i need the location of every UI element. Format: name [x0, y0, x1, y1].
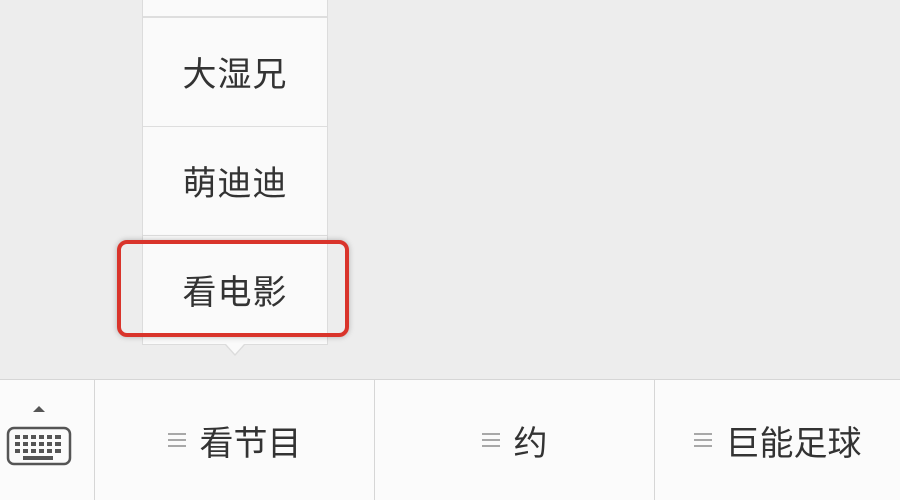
menu-item-junengzuqiu[interactable]: 巨能足球	[655, 380, 900, 500]
menu-item-kanjiemu[interactable]: 看节目	[95, 380, 375, 500]
menu-lines-icon	[481, 433, 500, 447]
submenu-item[interactable]	[143, 0, 327, 17]
submenu-item-mengdidi[interactable]: 萌迪迪	[143, 126, 327, 234]
submenu-item-label: 大湿兄	[182, 55, 288, 95]
keyboard-toggle-button[interactable]	[0, 380, 95, 500]
submenu-item-kandianying[interactable]: 看电影	[143, 235, 327, 343]
keyboard-icon	[6, 426, 72, 466]
menu-lines-icon	[693, 433, 712, 447]
menu-item-label: 看节目	[199, 423, 302, 464]
menu-lines-icon	[167, 433, 186, 447]
submenu-item-label: 看电影	[182, 273, 288, 313]
chat-screen: 大湿兄 萌迪迪 看电影 看节目 约 巨能足球	[0, 0, 900, 500]
popup-pointer	[226, 344, 244, 354]
submenu-item-label: 萌迪迪	[182, 164, 288, 204]
caret-up-icon	[33, 406, 45, 412]
menu-item-label: 约	[513, 423, 548, 464]
menu-item-label: 巨能足球	[725, 423, 862, 464]
submenu-popup: 大湿兄 萌迪迪 看电影	[142, 0, 328, 345]
menu-item-yue[interactable]: 约	[375, 380, 655, 500]
submenu-item-dashixiong[interactable]: 大湿兄	[143, 17, 327, 125]
bottom-menu-bar: 看节目 约 巨能足球	[0, 379, 900, 500]
